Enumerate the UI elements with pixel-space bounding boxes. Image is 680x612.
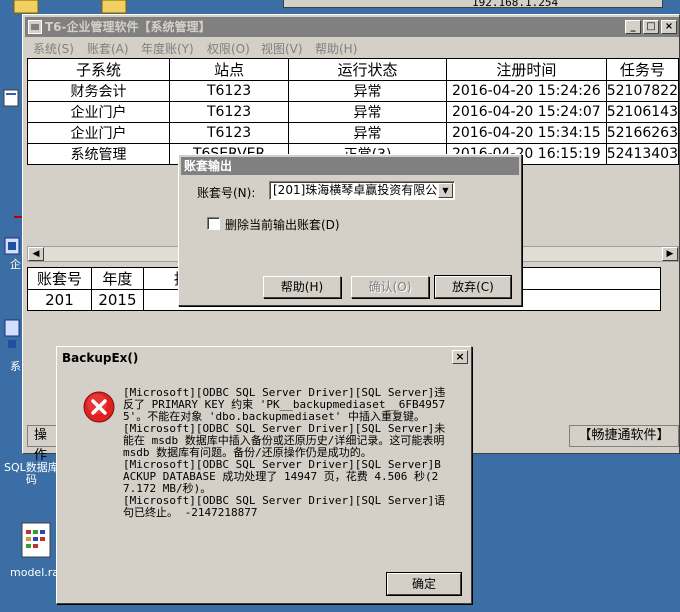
column-header[interactable]: 注册时间 (445, 58, 607, 81)
close-button[interactable]: × (661, 20, 677, 34)
error-line: [Microsoft][ODBC SQL Server Driver][SQL … (123, 386, 446, 423)
table-cell: 52106143 (605, 101, 680, 123)
model-file-icon[interactable] (20, 522, 52, 558)
folder-icon[interactable] (12, 0, 40, 14)
table-cell: T6123 (169, 122, 290, 144)
menu-year-account[interactable]: 年度账(Y) (141, 40, 194, 57)
dialog-title[interactable]: BackupEx() (59, 349, 469, 367)
table-cell: 异常 (288, 80, 447, 102)
column-header[interactable]: 站点 (169, 58, 290, 81)
cancel-button[interactable]: 放弃(C) (434, 275, 512, 299)
table-cell: 财务会计 (26, 80, 171, 102)
error-icon (83, 391, 115, 423)
app-shortcut-icon[interactable] (2, 318, 22, 354)
table-header-row: 子系统 站点 运行状态 注册时间 任务号 (26, 58, 680, 81)
table-cell: 2016-04-20 15:34:15 (445, 122, 607, 144)
table-cell: 异常 (288, 101, 447, 123)
delete-account-label[interactable]: 删除当前输出账套(D) (225, 216, 340, 233)
account-number-label: 账套号(N): (197, 186, 256, 200)
status-brand: 【畅捷通软件】 (569, 425, 679, 447)
error-line: [Microsoft][ODBC SQL Server Driver][SQL … (123, 422, 446, 459)
menu-view[interactable]: 视图(V) (261, 40, 303, 57)
error-line: [Microsoft][ODBC SQL Server Driver][SQL … (123, 458, 441, 495)
menu-permission[interactable]: 权限(O) (207, 40, 250, 57)
red-line-marker (14, 216, 22, 218)
table-row[interactable]: 财务会计 T6123 异常 2016-04-20 15:24:26 521078… (26, 80, 680, 102)
account-number-select[interactable]: [201]珠海横琴卓赢投资有限公 ▼ (269, 181, 455, 200)
menu-bar: 系统(S) 账套(A) 年度账(Y) 权限(O) 视图(V) 帮助(H) (25, 38, 679, 57)
scroll-right-icon[interactable]: ▶ (662, 247, 678, 261)
delete-account-checkbox[interactable] (207, 217, 220, 230)
desktop-icon-label: model.ra (10, 566, 60, 579)
column-header[interactable]: 年度 (90, 267, 144, 290)
confirm-button[interactable]: 确认(O) (351, 276, 429, 298)
dialog-title[interactable]: 账套输出 (181, 157, 519, 175)
minimize-button[interactable]: _ (625, 20, 641, 34)
account-output-dialog: 账套输出 账套号(N): [201]珠海横琴卓赢投资有限公 ▼ 删除当前输出账套… (178, 154, 522, 306)
table-cell: 2015 (90, 289, 144, 311)
table-cell: 2016-04-20 15:24:07 (445, 101, 607, 123)
app-shortcut-icon[interactable] (2, 236, 22, 256)
error-message: [Microsoft][ODBC SQL Server Driver][SQL … (123, 387, 447, 519)
app-icon (28, 20, 42, 34)
scroll-left-icon[interactable]: ◀ (28, 247, 44, 261)
menu-account[interactable]: 账套(A) (87, 40, 129, 57)
table-row[interactable]: 企业门户 T6123 异常 2016-04-20 15:24:07 521061… (26, 101, 680, 123)
folder-icon[interactable] (100, 0, 128, 14)
account-number-value: [201]珠海横琴卓赢投资有限公 (273, 183, 438, 197)
table-cell: 52166263 (605, 122, 680, 144)
chevron-down-icon[interactable]: ▼ (438, 183, 453, 198)
table-cell: 系统管理 (26, 143, 171, 165)
ok-button[interactable]: 确定 (386, 572, 462, 596)
column-header[interactable]: 子系统 (26, 58, 171, 81)
table-cell: 52413403 (605, 143, 680, 165)
main-window-title: T6-企业管理软件【系统管理】 (45, 20, 211, 34)
column-header[interactable]: 账套号 (27, 267, 92, 290)
desktop-icon-label: 系 (10, 360, 21, 373)
column-header[interactable]: 运行状态 (288, 58, 447, 81)
close-icon[interactable]: × (452, 350, 468, 364)
table-row[interactable]: 企业门户 T6123 异常 2016-04-20 15:34:15 521662… (26, 122, 680, 144)
ip-address-text: 192.168.1.254 (472, 0, 559, 9)
table-cell: 企业门户 (26, 101, 171, 123)
error-line: [Microsoft][ODBC SQL Server Driver][SQL … (123, 494, 446, 519)
backup-error-dialog: BackupEx() × [Microsoft][ODBC SQL Server… (56, 346, 472, 604)
table-cell: T6123 (169, 101, 290, 123)
table-cell: 2016-04-20 15:24:26 (445, 80, 607, 102)
column-header[interactable]: 任务号 (605, 58, 680, 81)
desktop-icon-label: SQL数据库 码 (4, 461, 59, 486)
subsystem-table: 子系统 站点 运行状态 注册时间 任务号 财务会计 T6123 异常 2016-… (26, 58, 680, 165)
maximize-button[interactable]: □ (643, 20, 659, 34)
help-button[interactable]: 帮助(H) (263, 276, 341, 298)
table-cell: 201 (27, 289, 92, 311)
menu-system[interactable]: 系统(S) (33, 40, 74, 57)
status-operation: 操作 (27, 425, 57, 463)
table-cell: 企业门户 (26, 122, 171, 144)
desktop-icon-label: 企 (10, 258, 21, 271)
menu-help[interactable]: 帮助(H) (315, 40, 357, 57)
shortcut-icon[interactable] (2, 88, 22, 108)
table-cell: T6123 (169, 80, 290, 102)
table-cell: 52107822 (605, 80, 680, 102)
main-title-bar[interactable]: T6-企业管理软件【系统管理】 _ □ × (25, 17, 679, 37)
table-cell: 异常 (288, 122, 447, 144)
